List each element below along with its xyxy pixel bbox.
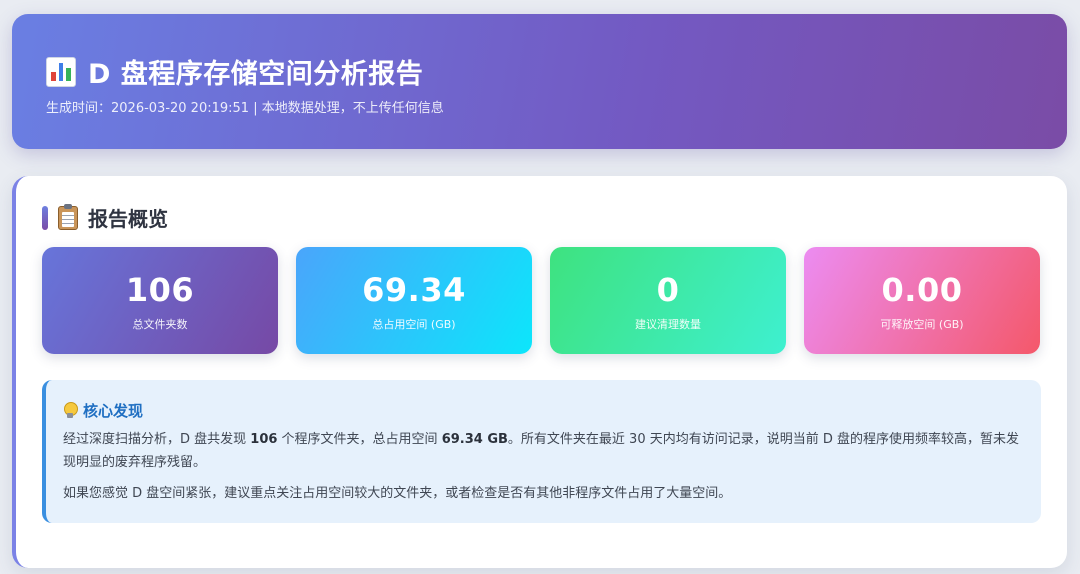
stat-card-total-folders: 106 总文件夹数 xyxy=(42,247,278,354)
stat-value: 106 xyxy=(125,271,195,309)
stat-value: 0 xyxy=(656,271,680,309)
findings-paragraph-2: 如果您感觉 D 盘空间紧张，建议重点关注占用空间较大的文件夹，或者检查是否有其他… xyxy=(63,486,732,501)
stat-card-total-space: 69.34 总占用空间 (GB) xyxy=(296,247,532,354)
report-header: D 盘程序存储空间分析报告 生成时间：2026-03-20 20:19:51 |… xyxy=(12,14,1067,149)
total-size: 69.34 GB xyxy=(441,432,508,447)
report-subtitle: 生成时间：2026-03-20 20:19:51 | 本地数据处理，不上传任何信… xyxy=(46,101,444,116)
overview-panel: 报告概览 106 总文件夹数 69.34 总占用空间 (GB) 0 建议清理数量… xyxy=(12,176,1067,568)
overview-heading: 报告概览 xyxy=(42,203,168,232)
report-title-row: D 盘程序存储空间分析报告 xyxy=(46,52,423,91)
key-findings-title: 核心发现 xyxy=(83,402,144,420)
folder-count: 106 xyxy=(250,432,278,447)
report-title: D 盘程序存储空间分析报告 xyxy=(88,59,424,90)
stat-value: 0.00 xyxy=(881,271,963,309)
overview-title: 报告概览 xyxy=(88,207,168,231)
findings-paragraph-1: 经过深度扫描分析，D 盘共发现 106 个程序文件夹，总占用空间 69.34 G… xyxy=(63,432,1020,470)
key-findings-box: 核心发现 经过深度扫描分析，D 盘共发现 106 个程序文件夹，总占用空间 69… xyxy=(42,380,1041,523)
stat-label: 总文件夹数 xyxy=(132,318,188,331)
stat-card-cleanup-count: 0 建议清理数量 xyxy=(550,247,786,354)
stat-cards: 106 总文件夹数 69.34 总占用空间 (GB) 0 建议清理数量 0.00… xyxy=(42,247,1041,354)
key-findings-heading: 核心发现 xyxy=(63,400,143,421)
lightbulb-icon xyxy=(63,402,78,419)
section-accent-bar xyxy=(42,205,48,230)
stat-card-freeable-space: 0.00 可释放空间 (GB) xyxy=(804,247,1040,354)
stat-label: 可释放空间 (GB) xyxy=(880,318,964,331)
stat-label: 总占用空间 (GB) xyxy=(372,318,456,331)
stat-label: 建议清理数量 xyxy=(635,318,701,331)
clipboard-icon xyxy=(58,203,78,230)
bar-chart-icon xyxy=(46,56,76,87)
stat-value: 69.34 xyxy=(362,271,466,309)
